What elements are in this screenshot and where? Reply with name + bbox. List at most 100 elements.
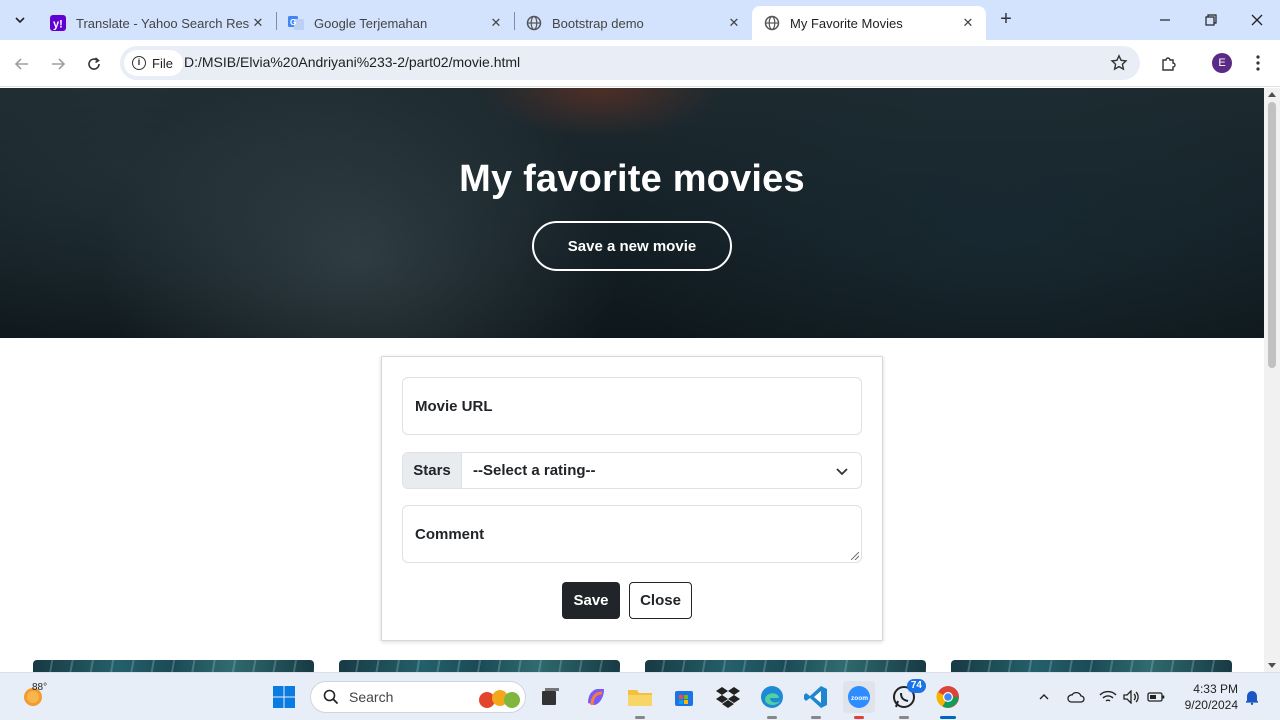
back-button[interactable] [10,52,34,76]
page-title: My favorite movies [459,158,805,200]
wifi-button[interactable] [1098,687,1118,707]
comment-label: Comment [415,526,485,543]
puzzle-icon [1162,57,1176,71]
volume-button[interactable] [1122,687,1142,707]
bell-icon [1246,691,1258,705]
comment-textarea[interactable]: Comment [402,505,862,563]
chrome-button[interactable] [932,681,964,719]
store-icon [675,691,693,706]
movie-url-input[interactable]: Movie URL [402,377,862,435]
running-indicator [811,716,821,719]
scroll-down-arrow-icon[interactable] [1268,663,1276,668]
movie-card-image[interactable] [645,660,926,672]
notification-badge: 74 [906,679,926,693]
search-placeholder: Search [349,689,394,705]
cloud-icon [1067,691,1085,703]
close-button[interactable]: Close [629,582,692,619]
movie-card-image[interactable] [951,660,1232,672]
tab-search-button[interactable] [8,8,32,32]
chevron-down-icon [15,17,25,24]
close-icon[interactable]: ✕ [250,15,266,31]
zoom-button[interactable]: zoom [843,681,875,719]
taskbar-search[interactable]: Search [310,681,526,713]
vscode-icon [804,686,827,708]
restore-button[interactable] [1188,0,1234,40]
system-clock[interactable]: 4:33 PM 9/20/2024 [1172,681,1238,713]
scroll-up-arrow-icon[interactable] [1268,92,1276,97]
more-vert-icon [1256,55,1260,71]
onedrive-button[interactable] [1066,687,1086,707]
folder-icon [628,690,652,706]
site-info-chip[interactable]: i File [124,50,183,76]
close-icon[interactable]: ✕ [960,15,976,31]
running-indicator [940,716,956,719]
weather-temperature: 88° [32,682,48,693]
microsoft-store-button[interactable] [668,681,700,713]
tab-yahoo-translate[interactable]: y! Translate - Yahoo Search Results ✕ [38,6,276,40]
google-translate-icon: G [288,15,304,31]
wifi-icon [1099,690,1117,702]
new-tab-button[interactable]: + [996,9,1016,30]
running-indicator [854,716,864,719]
tab-title: My Favorite Movies [790,15,903,31]
task-view-icon [542,688,559,705]
movie-card-row [0,660,1264,672]
reload-button[interactable] [82,52,106,76]
close-icon[interactable]: ✕ [488,15,504,31]
fruit-bowl-icon [479,690,520,708]
save-new-movie-button[interactable]: Save a new movie [532,221,732,271]
reload-icon [88,57,100,70]
task-view-button[interactable] [534,681,566,713]
file-explorer-button[interactable] [624,681,656,719]
tab-google-translate[interactable]: G Google Terjemahan ✕ [276,6,514,40]
browser-toolbar: i File D:/MSIB/Elvia%20Andriyani%233-2/p… [0,40,1280,87]
browser-menu-button[interactable] [1246,51,1270,75]
stars-select[interactable]: --Select a rating-- [462,453,861,488]
battery-icon [1147,692,1165,702]
show-hidden-icons-button[interactable] [1034,687,1054,707]
dropbox-icon [716,687,740,708]
clock-date: 9/20/2024 [1184,698,1238,712]
svg-text:G: G [290,18,296,27]
copilot-button[interactable] [580,681,612,713]
dropbox-button[interactable] [712,681,744,713]
vscode-button[interactable] [800,681,832,719]
start-button[interactable] [268,681,300,713]
resize-handle[interactable] [851,552,859,560]
save-button[interactable]: Save [562,582,620,619]
scrollbar-thumb[interactable] [1268,102,1276,368]
url-text[interactable]: D:/MSIB/Elvia%20Andriyani%233-2/part02/m… [184,54,520,70]
search-icon [323,689,339,705]
profile-button[interactable]: E [1210,51,1234,75]
globe-icon [526,15,542,31]
clock-time: 4:33 PM [1193,682,1238,696]
bookmark-star-button[interactable] [1108,52,1130,74]
svg-text:y!: y! [53,19,63,31]
minimize-button[interactable] [1142,0,1188,40]
forward-button[interactable] [46,52,70,76]
movie-card-image[interactable] [339,660,620,672]
running-indicator [635,716,645,719]
stars-selected-value: --Select a rating-- [473,462,596,479]
notifications-button[interactable] [1242,687,1262,707]
page-scrollbar[interactable] [1264,88,1280,672]
window-close-button[interactable] [1234,0,1280,40]
battery-button[interactable] [1146,687,1166,707]
windows-logo-icon [273,686,295,708]
whatsapp-button[interactable]: 74 [888,679,926,719]
edge-icon [761,686,783,708]
edge-button[interactable] [756,681,788,719]
movie-form: Movie URL Stars --Select a rating-- Comm… [381,356,883,641]
tab-bootstrap-demo[interactable]: Bootstrap demo ✕ [514,6,752,40]
extensions-button[interactable] [1157,51,1181,75]
address-bar[interactable]: i File D:/MSIB/Elvia%20Andriyani%233-2/p… [120,46,1140,80]
movie-card-image[interactable] [33,660,314,672]
windows-taskbar: 88° Search zoom 74 4:33 PM 9/20/2024 [0,672,1280,720]
avatar: E [1212,53,1232,73]
close-icon[interactable]: ✕ [726,15,742,31]
tab-title: Translate - Yahoo Search Results [76,15,250,31]
tab-my-favorite-movies[interactable]: My Favorite Movies ✕ [752,6,986,40]
arrow-right-icon [52,58,66,70]
browser-tabstrip: y! Translate - Yahoo Search Results ✕ G … [0,0,1280,40]
star-icon [1110,54,1128,71]
